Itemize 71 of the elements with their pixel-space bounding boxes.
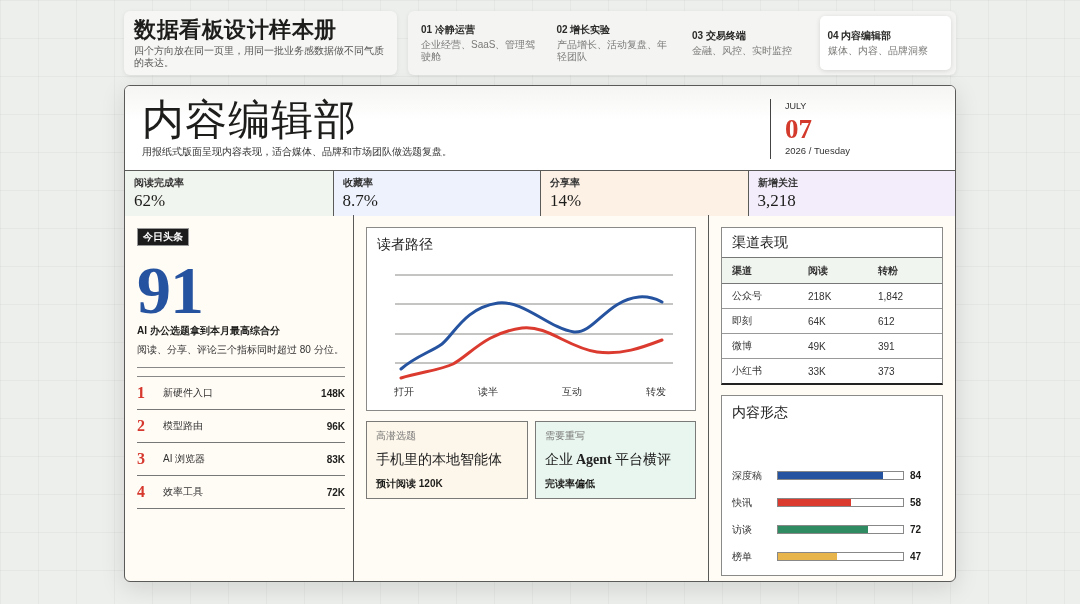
format-label: 访谈 [732, 522, 753, 537]
format-title: 内容形态 [732, 404, 789, 422]
table-cell-text: 64K [808, 315, 827, 327]
ranking-value: 96K [326, 420, 345, 432]
format-value: 84 [910, 470, 923, 481]
book-subtitle: 四个方向放在同一页里，用同一批业务感数据做不同气质的表达。 [134, 45, 385, 69]
ranking-value: 148K [321, 387, 345, 399]
day-number: 07 [785, 115, 813, 143]
book-title: 数据看板设计样本册 [134, 17, 338, 42]
table-cell-text: 33K [808, 365, 827, 377]
topic-title: 手机里的本地智能体 [376, 451, 503, 469]
ranking-title: 模型路由 [163, 419, 204, 433]
direction-tab[interactable]: 04 内容编辑部 媒体、内容、品牌洞察 [819, 16, 951, 70]
year-weekday: 2026 / Tuesday [785, 145, 851, 157]
axis-label: 读半 [478, 386, 498, 397]
table-cell-text: 391 [878, 340, 896, 352]
ranking-value: 83K [326, 453, 345, 465]
ranking-title: AI 浏览器 [163, 452, 207, 466]
direction-tab[interactable]: 01 冷静运营 企业经营、SaaS、管理驾驶舱 [413, 16, 545, 70]
format-value: 72 [910, 524, 923, 535]
rank-number: 1 [137, 384, 146, 402]
table-cell-text: 49K [808, 340, 827, 352]
table-cell-text: 小红书 [732, 364, 763, 378]
topic-note: 完读率偏低 [544, 478, 596, 490]
topic-tag: 需要重写 [544, 430, 686, 442]
axis-label: 互动 [562, 386, 582, 397]
format-label: 深度稿 [732, 468, 763, 483]
table-title: 渠道表现 [731, 234, 789, 252]
kpi-value: 8.7% [342, 191, 379, 210]
column-header: 阅读 [808, 263, 829, 278]
kpi-label: 新增关注 [757, 177, 799, 189]
section-subtitle: 用报纸式版面呈现内容表现，适合媒体、品牌和市场团队做选题复盘。 [142, 146, 452, 158]
chart-title: 读者路径 [377, 236, 434, 254]
ranking-value: 72K [326, 486, 345, 498]
table-cell-text: 373 [878, 365, 896, 377]
topic-tag: 高潜选题 [376, 430, 518, 442]
direction-tab[interactable]: 02 增长实验 产品增长、活动复盘、年轻团队 [548, 16, 680, 70]
kpi-label: 收藏率 [342, 177, 374, 189]
headline-summary: 阅读、分享、评论三个指标同时超过 80 分位。 [137, 343, 345, 357]
format-value: 47 [910, 551, 923, 562]
rank-number: 2 [137, 417, 146, 435]
month-label: JULY [785, 101, 808, 112]
kpi-value: 62% [134, 191, 167, 210]
column-header: 渠道 [732, 263, 753, 278]
headline-tag: 今日头条 [137, 228, 189, 246]
ranking-title: 新硬件入口 [163, 386, 214, 400]
table-cell-text: 218K [808, 290, 833, 302]
rank-number: 4 [137, 483, 146, 501]
kpi-value: 3,218 [757, 191, 797, 210]
kpi-label: 阅读完成率 [134, 177, 185, 189]
headline-title: AI 办公选题拿到本月最高综合分 [137, 324, 281, 337]
axis-label: 打开 [394, 386, 414, 397]
table-cell-text: 612 [878, 315, 896, 327]
format-label: 榜单 [732, 549, 753, 564]
ranking-title: 效率工具 [163, 485, 204, 499]
kpi-value: 14% [550, 191, 583, 210]
column-header: 转粉 [878, 263, 899, 278]
format-value: 58 [910, 497, 923, 508]
axis-label: 转发 [646, 386, 666, 397]
table-cell-text: 即刻 [732, 314, 753, 328]
kpi-label: 分享率 [550, 177, 581, 189]
table-cell-text: 公众号 [732, 289, 763, 303]
format-label: 快讯 [732, 495, 753, 510]
direction-tab[interactable]: 03 交易终端 金融、风控、实时监控 [684, 16, 816, 70]
table-cell-text: 1,842 [878, 290, 905, 302]
table-cell-text: 微博 [732, 339, 753, 353]
topic-note: 预计阅读 120K [376, 478, 444, 490]
topic-title: 企业 Agent 平台横评 [544, 451, 673, 469]
score-number: 91 [137, 262, 203, 318]
section-title: 内容编辑部 [142, 96, 358, 145]
rank-number: 3 [137, 450, 146, 468]
